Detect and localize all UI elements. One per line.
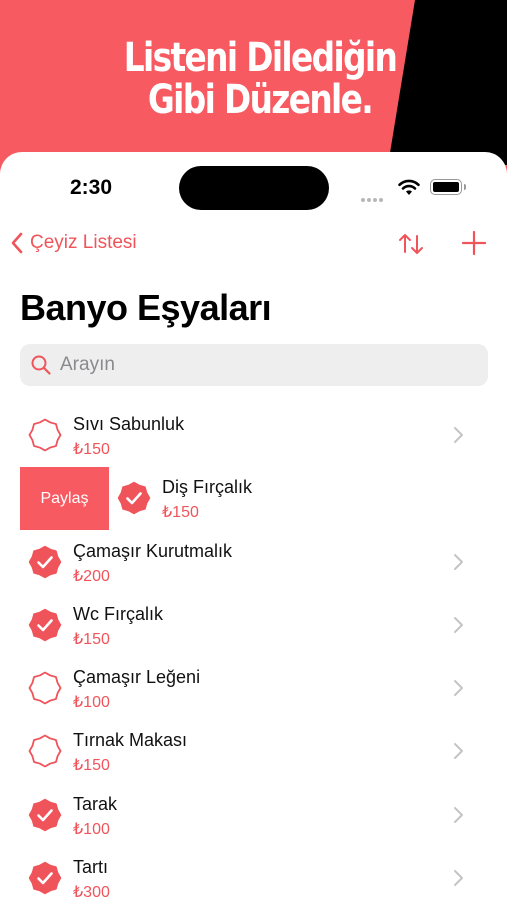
search-placeholder: Arayın xyxy=(60,354,115,375)
item-price: ₺150 xyxy=(73,630,110,648)
list-item[interactable]: Wc Fırçalık ₺150 xyxy=(0,594,507,657)
unchecked-badge-icon[interactable] xyxy=(28,671,62,705)
unchecked-badge-icon[interactable] xyxy=(28,418,62,452)
list-item[interactable]: Tartı ₺300 xyxy=(0,847,507,910)
banner-line-1: Listeni Dilediğin xyxy=(123,35,398,81)
checked-badge-icon[interactable] xyxy=(28,608,62,642)
item-price: ₺200 xyxy=(73,567,110,585)
search-icon xyxy=(31,355,51,375)
list-item[interactable]: Çamaşır Leğeni ₺100 xyxy=(0,657,507,720)
item-price: ₺150 xyxy=(73,441,110,458)
checked-badge-icon[interactable] xyxy=(28,545,62,579)
chevron-left-icon xyxy=(11,232,23,254)
list-item[interactable]: Tırnak Makası ₺150 xyxy=(0,720,507,783)
chevron-right-icon xyxy=(454,680,463,697)
item-name: Çamaşır Kurutmalık xyxy=(73,540,233,561)
dynamic-island xyxy=(179,166,329,210)
promo-banner: Listeni Dilediğin Gibi Düzenle. xyxy=(0,0,507,165)
item-price: ₺150 xyxy=(162,504,199,522)
checked-badge-icon[interactable] xyxy=(117,481,151,515)
item-name: Tarak xyxy=(73,793,118,814)
search-input[interactable]: Arayın xyxy=(20,344,488,386)
item-price: ₺100 xyxy=(73,820,110,838)
item-name: Wc Fırçalık xyxy=(73,603,163,624)
phone-screen: 2:30 Çeyiz Listesi Banyo Eşyaları Arayın… xyxy=(0,152,507,912)
item-name: Çamaşır Leğeni xyxy=(73,667,201,688)
item-name: Tartı xyxy=(73,857,109,878)
signal-icon xyxy=(361,189,389,202)
list-item[interactable]: Paylaş Diş Fırçalık ₺150 xyxy=(0,467,507,531)
add-icon[interactable] xyxy=(461,230,487,256)
list-item[interactable]: Tarak ₺100 xyxy=(0,784,507,847)
chevron-right-icon xyxy=(454,870,463,887)
checked-badge-icon[interactable] xyxy=(28,798,62,832)
chevron-right-icon xyxy=(454,616,463,633)
list-item[interactable]: Çamaşır Kurutmalık ₺200 xyxy=(0,531,507,594)
share-button[interactable]: Paylaş xyxy=(20,467,109,531)
sort-icon[interactable] xyxy=(397,230,425,258)
chevron-right-icon xyxy=(454,427,463,443)
item-price: ₺300 xyxy=(73,884,110,902)
unchecked-badge-icon[interactable] xyxy=(28,734,62,768)
item-price: ₺150 xyxy=(73,757,110,775)
back-button-label: Çeyiz Listesi xyxy=(30,232,137,253)
battery-icon xyxy=(430,179,462,195)
item-list: Sıvı Sabunluk ₺150 Paylaş Diş Fırçalık ₺150 Ç… xyxy=(0,404,507,910)
back-button[interactable]: Çeyiz Listesi xyxy=(10,228,137,258)
item-name: Diş Fırçalık xyxy=(162,477,252,498)
page-title: Banyo Eşyaları xyxy=(20,287,272,328)
wifi-icon xyxy=(398,179,420,195)
status-time: 2:30 xyxy=(70,176,113,199)
item-name: Sıvı Sabunluk xyxy=(73,414,185,434)
chevron-right-icon xyxy=(454,553,463,570)
chevron-right-icon xyxy=(454,743,463,760)
list-item[interactable]: Sıvı Sabunluk ₺150 xyxy=(0,404,507,467)
banner-line-2: Gibi Düzenle. xyxy=(147,77,374,123)
checked-badge-icon[interactable] xyxy=(28,861,62,895)
item-name: Tırnak Makası xyxy=(73,730,188,751)
chevron-right-icon xyxy=(454,806,463,823)
item-price: ₺100 xyxy=(73,694,110,712)
